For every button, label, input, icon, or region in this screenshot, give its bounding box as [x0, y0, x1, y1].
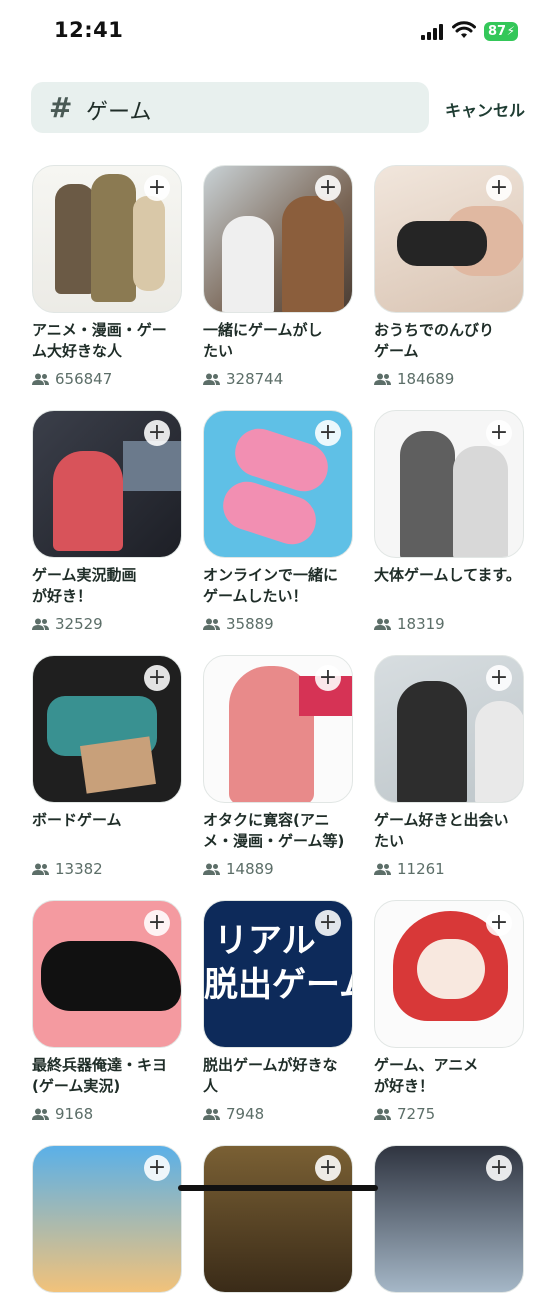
members-icon [32, 863, 49, 875]
members-icon [32, 618, 49, 630]
add-icon[interactable]: + [144, 1155, 170, 1181]
member-count: 9168 [32, 1105, 93, 1123]
member-count: 11261 [374, 860, 445, 878]
add-icon[interactable]: + [315, 420, 341, 446]
battery-icon: 87 ⚡ [484, 22, 518, 41]
members-icon [32, 1108, 49, 1120]
member-count: 18319 [374, 615, 445, 633]
member-count: 7948 [203, 1105, 264, 1123]
members-icon [203, 618, 220, 630]
member-count: 13382 [32, 860, 103, 878]
add-icon[interactable]: + [315, 910, 341, 936]
members-icon [374, 373, 391, 385]
add-icon[interactable]: + [144, 420, 170, 446]
member-count: 184689 [374, 370, 454, 388]
add-icon[interactable]: + [486, 420, 512, 446]
add-icon[interactable]: + [486, 665, 512, 691]
members-icon [32, 373, 49, 385]
member-count: 328744 [203, 370, 283, 388]
members-icon [374, 618, 391, 630]
member-count: 656847 [32, 370, 112, 388]
battery-level: 87 [488, 24, 507, 39]
community-title: ゲーム好きと出会い たい [374, 811, 509, 850]
community-title: オタクに寛容(アニ メ・漫画・ゲーム等) [203, 811, 345, 850]
search-query: ゲーム [86, 100, 152, 125]
add-icon[interactable]: + [486, 910, 512, 936]
community-title: ゲーム実況動画 が好き！ [32, 566, 137, 605]
add-icon[interactable]: + [315, 665, 341, 691]
hashtag-icon: # [49, 91, 73, 124]
community-title: 一緒にゲームがし たい [203, 321, 323, 360]
add-icon[interactable]: + [144, 665, 170, 691]
community-title: ゲーム、アニメ が好き！ [374, 1056, 479, 1095]
cancel-button[interactable]: キャンセル [445, 97, 525, 121]
add-icon[interactable]: + [315, 175, 341, 201]
members-icon [203, 1108, 220, 1120]
members-icon [374, 1108, 391, 1120]
add-icon[interactable]: + [144, 910, 170, 936]
community-title: 最終兵器俺達・キヨ (ゲーム実況) [32, 1056, 168, 1095]
member-count: 35889 [203, 615, 274, 633]
escape-image-text-1: リアル [214, 921, 316, 961]
member-count: 32529 [32, 615, 103, 633]
community-title: オンラインで一緒に ゲームしたい！ [203, 566, 339, 605]
members-icon [203, 863, 220, 875]
community-title: アニメ・漫画・ゲー ム大好きな人 [32, 321, 167, 360]
community-title: 大体ゲームしてます。 [374, 566, 521, 584]
wifi-icon [452, 21, 476, 38]
members-icon [374, 863, 391, 875]
escape-image-text-2: 脱出ゲーム [204, 965, 352, 1005]
members-icon [203, 373, 220, 385]
add-icon[interactable]: + [486, 1155, 512, 1181]
community-title: おうちでのんびり ゲーム [374, 321, 495, 360]
status-bar: 12:41 87 ⚡ [0, 0, 555, 62]
add-icon[interactable]: + [144, 175, 170, 201]
cellular-signal-icon [421, 24, 447, 40]
add-icon[interactable]: + [486, 175, 512, 201]
status-time: 12:41 [54, 18, 124, 42]
add-icon[interactable]: + [315, 1155, 341, 1181]
community-title: 脱出ゲームが好きな人 [203, 1056, 338, 1095]
search-input[interactable]: # ゲーム [31, 82, 429, 133]
member-count: 7275 [374, 1105, 435, 1123]
home-indicator[interactable] [178, 1185, 378, 1191]
charging-bolt-icon: ⚡ [506, 24, 515, 38]
member-count: 14889 [203, 860, 274, 878]
community-title: ボードゲーム [32, 811, 122, 829]
